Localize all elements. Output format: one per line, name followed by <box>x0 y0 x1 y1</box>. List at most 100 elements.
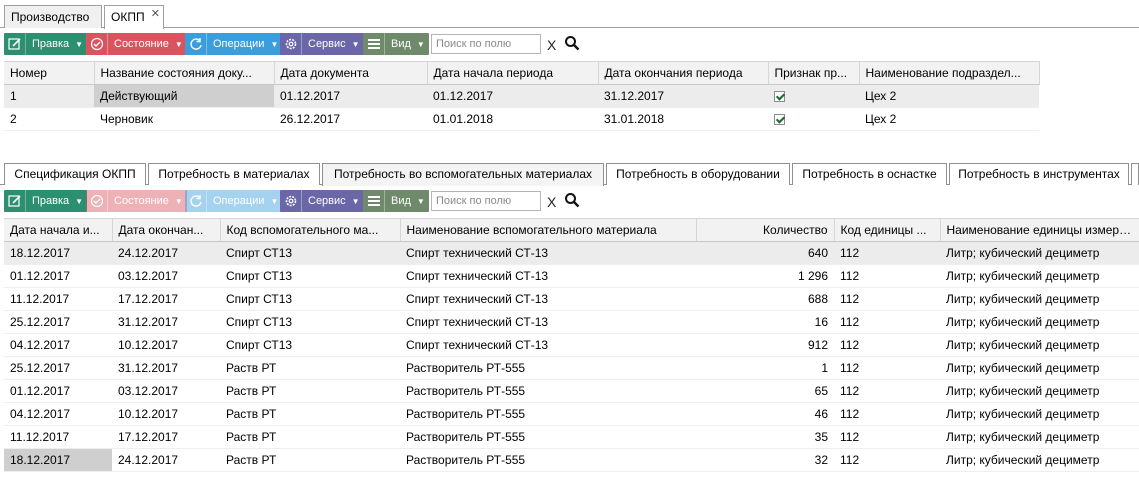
view-button[interactable]: Вид ▼ <box>363 190 429 212</box>
search-icon[interactable] <box>564 192 580 211</box>
chevron-down-icon: ▼ <box>416 196 425 206</box>
table-row[interactable]: 11.12.2017 17.12.2017 Раств РТ Растворит… <box>4 425 1139 449</box>
table-row[interactable]: 04.12.2017 10.12.2017 Раств РТ Растворит… <box>4 402 1139 426</box>
operations-button[interactable]: Операции ▼ <box>185 190 283 212</box>
column-header[interactable]: Номер <box>4 61 95 85</box>
table-row[interactable]: 01.12.2017 03.12.2017 Спирт СТ13 Спирт т… <box>4 264 1139 288</box>
clear-search-button[interactable]: X <box>547 37 556 53</box>
cell-doc-date: 01.12.2017 <box>274 84 427 108</box>
cell-flag <box>768 107 859 131</box>
operations-button[interactable]: Операции ▼ <box>185 33 283 55</box>
state-button[interactable]: Состояние ▼ <box>86 190 187 212</box>
column-header[interactable]: Код единицы ... <box>834 218 941 242</box>
cell-end-date: 31.12.2017 <box>112 310 220 334</box>
cell-unit-code: 112 <box>834 287 940 311</box>
service-button-label: Сервис <box>308 195 346 207</box>
cell-quantity: 912 <box>696 333 834 357</box>
cell-material-name: Растворитель РТ-555 <box>400 425 696 449</box>
service-button[interactable]: Сервис ▼ <box>280 190 364 212</box>
state-button-label: Состояние <box>114 195 169 207</box>
clear-search-button[interactable]: X <box>547 194 556 210</box>
tab-equipment[interactable]: Потребность в оборудовании <box>606 163 790 185</box>
edit-button[interactable]: Правка ▼ <box>4 33 88 55</box>
tab-okpp[interactable]: ОКПП ✕ <box>104 5 164 29</box>
table-row[interactable]: 18.12.2017 24.12.2017 Спирт СТ13 Спирт т… <box>4 241 1139 265</box>
table-row[interactable]: 18.12.2017 24.12.2017 Раств РТ Растворит… <box>4 448 1139 472</box>
column-header[interactable]: Наименование единицы измерени <box>940 218 1139 242</box>
cell-material-code: Раств РТ <box>220 379 400 403</box>
edit-icon <box>4 33 26 55</box>
cell-end-date: 03.12.2017 <box>112 264 220 288</box>
table-row[interactable]: 1 Действующий 01.12.2017 01.12.2017 31.1… <box>4 84 1039 108</box>
table-row[interactable]: 04.12.2017 10.12.2017 Спирт СТ13 Спирт т… <box>4 333 1139 357</box>
cell-department: Цех 2 <box>859 84 1039 108</box>
tab-tooling[interactable]: Потребность в оснастке <box>792 163 947 185</box>
edit-button[interactable]: Правка ▼ <box>4 190 88 212</box>
state-button[interactable]: Состояние ▼ <box>86 33 187 55</box>
cell-material-code: Раств РТ <box>220 425 400 449</box>
tab-okpp-spec[interactable]: Спецификация ОКПП <box>4 163 146 185</box>
table-row[interactable]: 11.12.2017 17.12.2017 Спирт СТ13 Спирт т… <box>4 287 1139 311</box>
cell-quantity: 640 <box>696 241 834 265</box>
cell-start-date: 11.12.2017 <box>4 425 112 449</box>
column-header[interactable]: Дата начала периода <box>427 61 599 85</box>
service-button[interactable]: Сервис ▼ <box>280 33 364 55</box>
cell-material-code: Спирт СТ13 <box>220 333 400 357</box>
cell-start-date: 01.12.2017 <box>4 379 112 403</box>
aux-materials-table: Дата начала и... Дата окончан... Код всп… <box>4 218 1139 472</box>
cell-start-date: 04.12.2017 <box>4 402 112 426</box>
column-header[interactable]: Название состояния доку... <box>94 61 275 85</box>
gear-icon <box>280 33 302 55</box>
refresh-icon <box>185 33 207 55</box>
cell-material-name: Растворитель РТ-555 <box>400 402 696 426</box>
cell-start-date: 01.01.2018 <box>427 107 598 131</box>
cell-end-date: 24.12.2017 <box>112 241 220 265</box>
cell-start-date: 01.12.2017 <box>4 264 112 288</box>
cell-quantity: 1 296 <box>696 264 834 288</box>
search-icon[interactable] <box>564 35 580 54</box>
cell-unit-name: Литр; кубический дециметр <box>940 241 1139 265</box>
checkbox-icon[interactable] <box>774 114 785 126</box>
search-input[interactable] <box>431 191 541 211</box>
checkbox-icon[interactable] <box>774 91 785 103</box>
tab-production[interactable]: Производство <box>4 5 102 28</box>
tab-overflow[interactable] <box>1131 163 1139 185</box>
cell-material-code: Спирт СТ13 <box>220 241 400 265</box>
cell-unit-name: Литр; кубический дециметр <box>940 310 1139 334</box>
cell-unit-name: Литр; кубический дециметр <box>940 379 1139 403</box>
tab-materials[interactable]: Потребность в материалах <box>148 163 320 185</box>
cell-end-date: 03.12.2017 <box>112 379 220 403</box>
cell-quantity: 16 <box>696 310 834 334</box>
table-row[interactable]: 25.12.2017 31.12.2017 Раств РТ Растворит… <box>4 356 1139 380</box>
table-row[interactable]: 25.12.2017 31.12.2017 Спирт СТ13 Спирт т… <box>4 310 1139 334</box>
cell-material-name: Спирт технический СТ-13 <box>400 287 696 311</box>
tab-aux-materials[interactable]: Потребность во вспомогательных материала… <box>322 163 604 186</box>
column-header[interactable]: Признак пр... <box>768 61 860 85</box>
cell-material-name: Растворитель РТ-555 <box>400 448 696 472</box>
column-header[interactable]: Наименование подраздел... <box>859 61 1040 85</box>
cell-material-name: Спирт технический СТ-13 <box>400 264 696 288</box>
cell-end-date: 17.12.2017 <box>112 425 220 449</box>
cell-end-date: 31.01.2018 <box>598 107 768 131</box>
column-header[interactable]: Наименование вспомогательного материала <box>400 218 697 242</box>
column-header[interactable]: Количество <box>696 218 835 242</box>
view-button[interactable]: Вид ▼ <box>363 33 429 55</box>
cell-material-name: Растворитель РТ-555 <box>400 379 696 403</box>
close-icon[interactable]: ✕ <box>151 7 160 20</box>
cell-unit-name: Литр; кубический дециметр <box>940 402 1139 426</box>
okpp-table: Номер Название состояния доку... Дата до… <box>4 61 1040 131</box>
search-input[interactable] <box>431 34 541 54</box>
tab-instruments[interactable]: Потребность в инструментах <box>949 163 1129 185</box>
table-row[interactable]: 01.12.2017 03.12.2017 Раств РТ Растворит… <box>4 379 1139 403</box>
view-button-label: Вид <box>391 195 411 207</box>
column-header[interactable]: Дата документа <box>274 61 428 85</box>
column-header[interactable]: Дата окончания периода <box>598 61 769 85</box>
cell-material-code: Спирт СТ13 <box>220 287 400 311</box>
column-header[interactable]: Дата окончан... <box>112 218 221 242</box>
table-row[interactable]: 2 Черновик 26.12.2017 01.01.2018 31.01.2… <box>4 107 1039 131</box>
column-header[interactable]: Код вспомогательного ма... <box>220 218 401 242</box>
column-header[interactable]: Дата начала и... <box>4 218 113 242</box>
chevron-down-icon: ▼ <box>416 39 425 49</box>
cell-quantity: 688 <box>696 287 834 311</box>
cell-start-date: 25.12.2017 <box>4 310 112 334</box>
